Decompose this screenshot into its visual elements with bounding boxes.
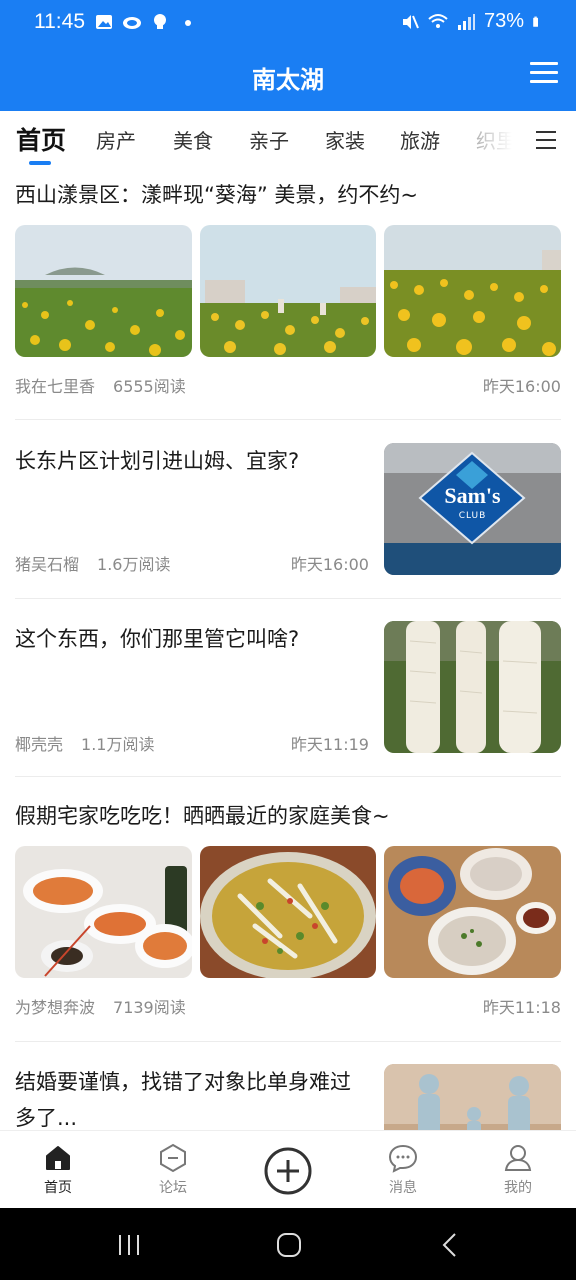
post-meta: 我在七里香 6555阅读 昨天16:00 bbox=[15, 373, 561, 397]
app-title: 南太湖 bbox=[252, 66, 324, 94]
post-item[interactable]: 结婚要谨慎，找错了对象比单身难过多了... bbox=[15, 1064, 561, 1130]
crab-dish-image bbox=[384, 846, 562, 978]
post-author[interactable]: 为梦想奔波 bbox=[15, 994, 95, 1018]
post-feed: 西山漾景区：漾畔现“葵海” 美景，约不约~ 我在七里香 6555阅读 昨天16:… bbox=[0, 169, 576, 1130]
category-tabs: 首页 房产 美食 亲子 家装 旅游 织里 bbox=[0, 111, 576, 169]
post-reads: 1.6万阅读 bbox=[97, 555, 171, 574]
bamboo-fungus-image bbox=[384, 621, 561, 753]
back-icon[interactable] bbox=[438, 1232, 464, 1258]
post-time: 昨天11:19 bbox=[290, 735, 369, 754]
nav-profile[interactable]: 我的 bbox=[478, 1143, 558, 1197]
post-item[interactable]: 假期宅家吃吃吃！晒晒最近的家庭美食~ 为梦想奔波 7139阅读 昨天11:18 bbox=[15, 798, 562, 1018]
nav-home-label: 首页 bbox=[44, 1180, 72, 1196]
post-title: 这个东西，你们那里管它叫啥? bbox=[15, 627, 300, 651]
post-reads: 1.1万阅读 bbox=[81, 735, 155, 754]
home-button-icon[interactable] bbox=[276, 1232, 302, 1258]
status-bar: 11:45 73% bbox=[0, 0, 576, 48]
home-icon bbox=[46, 1146, 70, 1170]
menu-icon[interactable] bbox=[530, 62, 558, 86]
top-bar: 11:45 73% 南太湖 bbox=[0, 0, 576, 111]
signal-icon bbox=[457, 13, 475, 30]
sunflower-field-image bbox=[15, 225, 192, 357]
sams-logo-text: Sam's bbox=[444, 483, 501, 508]
sams-logo-subtext: CLUB bbox=[458, 511, 487, 521]
divider bbox=[15, 776, 561, 777]
post-time: 昨天16:00 bbox=[290, 555, 369, 574]
tab-food[interactable]: 美食 bbox=[173, 125, 213, 154]
tab-travel[interactable]: 旅游 bbox=[400, 125, 440, 154]
tab-fade bbox=[470, 111, 530, 169]
sams-club-image: Sam's CLUB bbox=[384, 443, 561, 575]
tab-parenting[interactable]: 亲子 bbox=[249, 125, 289, 154]
divider bbox=[15, 598, 561, 599]
sunflower-field-image bbox=[384, 225, 562, 357]
post-author[interactable]: 椰壳壳 bbox=[15, 731, 63, 755]
forum-icon bbox=[160, 1143, 186, 1173]
nav-profile-label: 我的 bbox=[504, 1180, 532, 1196]
recent-apps-icon[interactable] bbox=[116, 1232, 142, 1258]
profile-icon bbox=[504, 1145, 532, 1171]
post-time: 昨天11:18 bbox=[482, 998, 561, 1017]
post-reads: 6555阅读 bbox=[113, 377, 186, 396]
post-title: 假期宅家吃吃吃！晒晒最近的家庭美食~ bbox=[15, 804, 390, 828]
post-author[interactable]: 我在七里香 bbox=[15, 373, 95, 397]
nav-forum[interactable]: 论坛 bbox=[133, 1143, 213, 1197]
post-item[interactable]: 长东片区计划引进山姆、宜家? 猪吴石榴 1.6万阅读 昨天16:00 Sam's… bbox=[15, 443, 561, 575]
more-tabs-icon[interactable] bbox=[536, 131, 556, 149]
shrimp-dish-image bbox=[15, 846, 192, 978]
cloud-icon bbox=[123, 17, 141, 29]
post-meta: 椰壳壳 1.1万阅读 昨天11:19 bbox=[15, 731, 369, 755]
message-icon bbox=[388, 1144, 418, 1173]
post-reads: 7139阅读 bbox=[113, 998, 186, 1017]
battery-icon bbox=[533, 16, 538, 27]
post-time: 昨天16:00 bbox=[482, 377, 561, 396]
tab-home[interactable]: 首页 bbox=[16, 121, 66, 157]
divider bbox=[15, 1041, 561, 1042]
tab-decoration[interactable]: 家装 bbox=[325, 125, 365, 154]
notification-icons bbox=[94, 12, 198, 32]
post-item[interactable]: 这个东西，你们那里管它叫啥? 椰壳壳 1.1万阅读 昨天11:19 bbox=[15, 621, 561, 755]
add-icon bbox=[264, 1147, 312, 1195]
divider bbox=[15, 419, 561, 420]
system-indicators: 73% bbox=[400, 10, 544, 33]
battery-percent: 73% bbox=[483, 10, 524, 32]
bottom-navigation: 首页 论坛 消息 我的 bbox=[0, 1130, 576, 1208]
soup-dish-image bbox=[199, 846, 377, 978]
nav-messages[interactable]: 消息 bbox=[363, 1143, 443, 1197]
post-item[interactable]: 西山漾景区：漾畔现“葵海” 美景，约不约~ 我在七里香 6555阅读 昨天16:… bbox=[15, 177, 562, 397]
nav-forum-label: 论坛 bbox=[159, 1180, 187, 1196]
nav-messages-label: 消息 bbox=[389, 1180, 417, 1196]
post-meta: 为梦想奔波 7139阅读 昨天11:18 bbox=[15, 994, 561, 1018]
dot-icon bbox=[185, 20, 191, 26]
post-title: 结婚要谨慎，找错了对象比单身难过多了... bbox=[15, 1070, 351, 1130]
mute-icon bbox=[402, 14, 419, 29]
family-silhouette-image bbox=[384, 1064, 561, 1130]
nav-home[interactable]: 首页 bbox=[18, 1143, 98, 1197]
post-title: 长东片区计划引进山姆、宜家? bbox=[15, 449, 300, 473]
system-navigation-bar bbox=[0, 1208, 576, 1280]
bulb-icon bbox=[154, 14, 166, 29]
status-time: 11:45 bbox=[34, 10, 85, 33]
tab-realestate[interactable]: 房产 bbox=[96, 125, 136, 154]
post-author[interactable]: 猪吴石榴 bbox=[15, 551, 79, 575]
post-meta: 猪吴石榴 1.6万阅读 昨天16:00 bbox=[15, 551, 369, 575]
post-thumbnails bbox=[15, 846, 562, 978]
sunflower-field-image bbox=[199, 225, 377, 357]
post-title: 西山漾景区：漾畔现“葵海” 美景，约不约~ bbox=[15, 183, 419, 207]
wifi-icon bbox=[428, 13, 448, 28]
gallery-icon bbox=[96, 15, 112, 29]
post-thumbnails bbox=[15, 225, 562, 357]
active-tab-indicator bbox=[29, 161, 51, 165]
nav-add[interactable] bbox=[248, 1147, 328, 1195]
